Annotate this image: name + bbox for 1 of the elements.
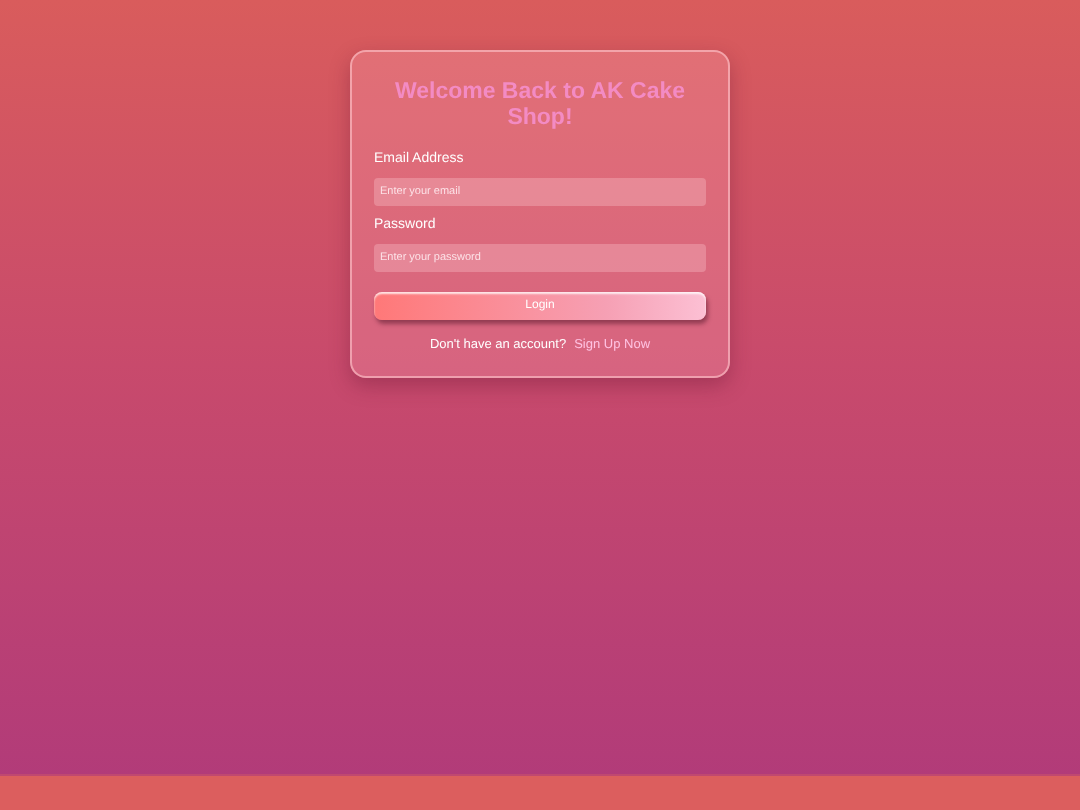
form-title: Welcome Back to AK Cake Shop! (392, 80, 688, 132)
